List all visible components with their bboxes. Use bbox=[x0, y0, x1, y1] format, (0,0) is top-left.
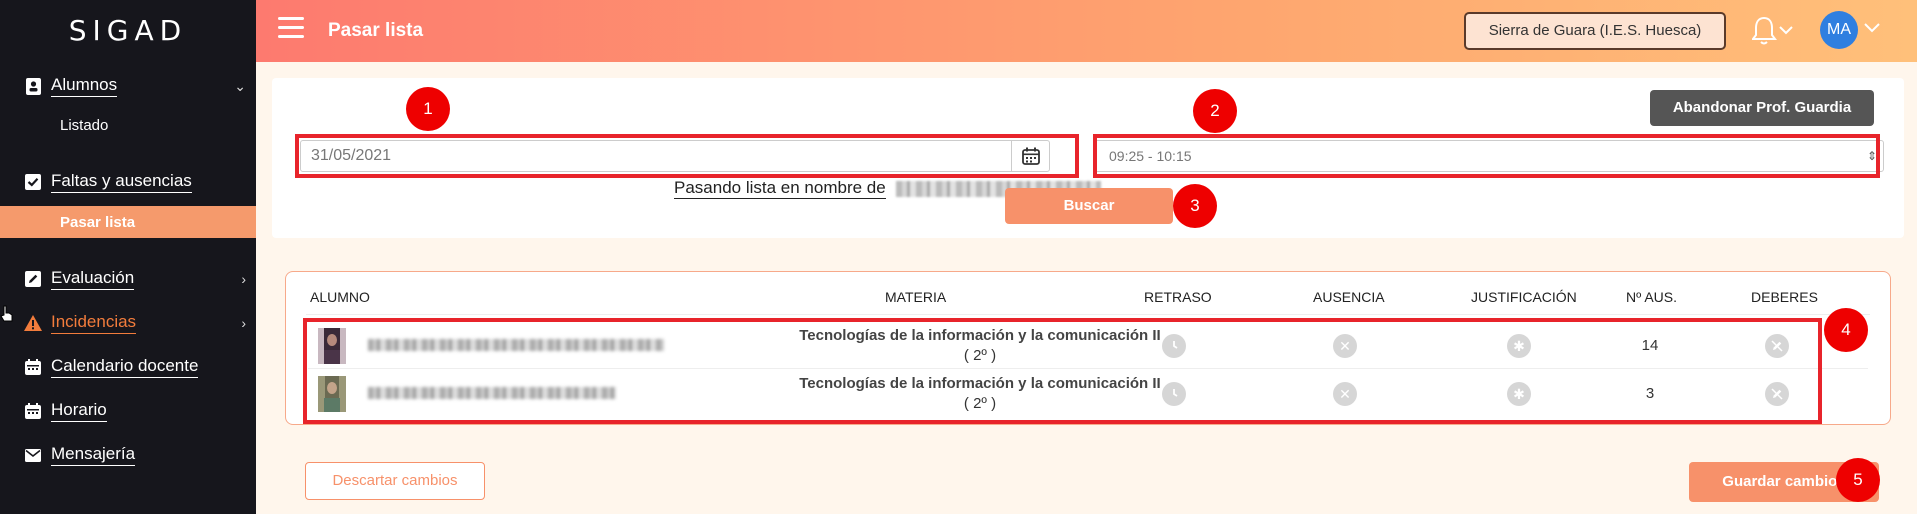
hamburger-menu-icon[interactable] bbox=[278, 17, 304, 43]
mail-icon bbox=[24, 446, 42, 464]
top-bar: Pasar lista Sierra de Guara (I.E.S. Hues… bbox=[256, 0, 1917, 62]
chevron-right-icon: › bbox=[241, 315, 246, 331]
abandon-guard-button[interactable]: Abandonar Prof. Guardia bbox=[1650, 90, 1874, 126]
sidebar-item-label: Horario bbox=[51, 400, 107, 422]
sidebar-item-label: Alumnos bbox=[51, 75, 118, 97]
center-selector-button[interactable]: Sierra de Guara (I.E.S. Huesca) bbox=[1464, 12, 1726, 50]
column-header: ALUMNO bbox=[310, 289, 370, 305]
sidebar-item-label: Calendario docente bbox=[51, 356, 199, 378]
app-logo: SIGAD bbox=[68, 14, 188, 47]
calendar-icon bbox=[24, 402, 42, 420]
sidebar-item-incidencias[interactable]: Incidencias › bbox=[0, 307, 256, 339]
sidebar-item-label: Faltas y ausencias bbox=[51, 171, 192, 193]
header-divider bbox=[306, 314, 1870, 315]
sidebar-subitem-pasar-lista[interactable]: Pasar lista bbox=[0, 206, 256, 238]
annotation-badge: 5 bbox=[1836, 458, 1880, 502]
annotation-box-date bbox=[295, 134, 1079, 178]
annotation-badge: 2 bbox=[1193, 89, 1237, 133]
column-header: Nº AUS. bbox=[1626, 289, 1678, 305]
chevron-down-icon: ⌄ bbox=[234, 77, 246, 94]
student-icon bbox=[24, 77, 42, 95]
sidebar-item-mensajeria[interactable]: Mensajería bbox=[0, 439, 256, 471]
sidebar-item-alumnos[interactable]: Alumnos ⌄ bbox=[0, 70, 256, 102]
annotation-badge: 3 bbox=[1173, 184, 1217, 228]
search-button[interactable]: Buscar bbox=[1005, 188, 1173, 224]
calendar-icon bbox=[24, 358, 42, 376]
column-header: MATERIA bbox=[885, 289, 947, 305]
sidebar-item-label: Evaluación bbox=[51, 268, 135, 290]
sidebar-item-horario[interactable]: Horario bbox=[0, 395, 256, 427]
annotation-badge: 4 bbox=[1824, 308, 1868, 352]
on-behalf-text: Pasando lista en nombre de bbox=[674, 178, 886, 199]
annotation-box-table bbox=[303, 318, 1822, 424]
sidebar-item-label: Incidencias bbox=[51, 312, 137, 334]
avatar[interactable]: MA bbox=[1820, 11, 1858, 49]
chevron-down-icon[interactable] bbox=[1864, 20, 1880, 36]
column-header: AUSENCIA bbox=[1313, 289, 1385, 305]
sidebar-item-calendario-docente[interactable]: Calendario docente bbox=[0, 351, 256, 383]
sidebar-item-evaluacion[interactable]: Evaluación › bbox=[0, 263, 256, 295]
sidebar-item-faltas[interactable]: Faltas y ausencias bbox=[0, 166, 256, 198]
annotation-box-time bbox=[1093, 134, 1880, 178]
sidebar-item-label: Mensajería bbox=[51, 444, 136, 466]
notifications-bell-icon[interactable] bbox=[1751, 14, 1802, 48]
column-header: DEBERES bbox=[1751, 289, 1818, 305]
annotation-badge: 1 bbox=[406, 87, 450, 131]
warning-icon bbox=[24, 314, 42, 332]
checkbox-icon bbox=[24, 173, 42, 191]
column-header: JUSTIFICACIÓN bbox=[1471, 289, 1577, 305]
hand-cursor-icon bbox=[0, 305, 14, 328]
sidebar: SIGAD Alumnos ⌄ Listado Faltas y ausenci… bbox=[0, 0, 256, 514]
column-header: RETRASO bbox=[1144, 289, 1212, 305]
discard-changes-button[interactable]: Descartar cambios bbox=[305, 462, 485, 500]
sidebar-subitem-listado[interactable]: Listado bbox=[0, 109, 256, 141]
edit-icon bbox=[24, 270, 42, 288]
chevron-right-icon: › bbox=[241, 271, 246, 287]
page-title: Pasar lista bbox=[328, 20, 424, 41]
